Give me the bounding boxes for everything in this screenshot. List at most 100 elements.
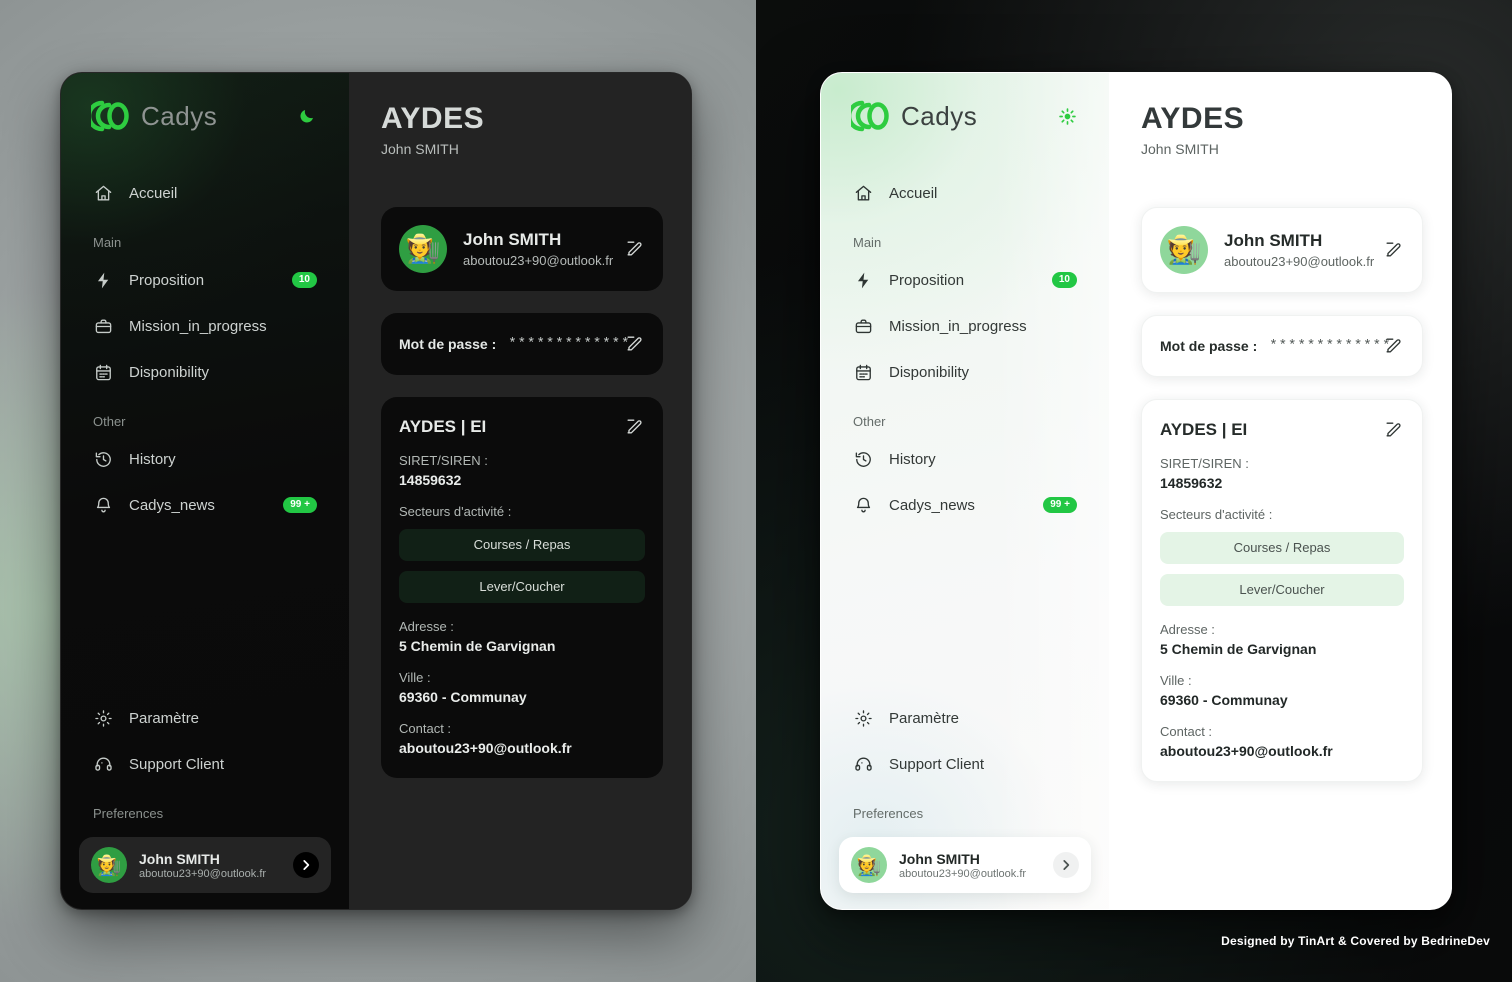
cadys-logo-icon — [86, 99, 131, 133]
sidebar-item-label: Accueil — [889, 184, 938, 202]
sidebar-item-parametre[interactable]: Paramètre — [843, 698, 1087, 738]
info-card-title: AYDES | EI — [399, 416, 487, 436]
brand-name: Cadys — [901, 100, 978, 131]
chevron-right-icon[interactable] — [1053, 852, 1079, 878]
sidebar-item-label: Disponibility — [129, 363, 210, 381]
sidebar-user-name: John SMITH — [899, 850, 980, 867]
edit-pencil-icon[interactable] — [625, 417, 645, 437]
history-icon — [853, 449, 873, 469]
sidebar-nav-bottom-dark: Paramètre Support Client Preferences — [61, 698, 349, 831]
sidebar-user-text: John SMITH aboutou23+90@outlook.fr — [139, 851, 281, 880]
contact-value: aboutou23+90@outlook.fr — [399, 739, 572, 756]
sidebar-header: Cadys — [821, 99, 1109, 133]
password-card: Mot de passe : ************* — [1141, 314, 1423, 377]
sidebar-section-title-main: Main — [93, 235, 122, 250]
sidebar-item-disponibility[interactable]: Disponibility — [843, 352, 1087, 392]
sidebar-item-label: History — [889, 450, 936, 468]
sidebar-item-label: Support Client — [129, 755, 225, 773]
chevron-right-icon[interactable] — [293, 852, 319, 878]
brand-logo[interactable]: Cadys — [846, 99, 978, 133]
sun-icon[interactable] — [1055, 104, 1079, 128]
edit-pencil-icon[interactable] — [1384, 336, 1404, 356]
siret-value: 14859632 — [399, 471, 462, 488]
sidebar-section-title-other: Other — [853, 414, 886, 429]
bell-icon — [853, 495, 873, 515]
siret-label: SIRET/SIREN : — [399, 452, 488, 468]
sidebar-user-text: John SMITH aboutou23+90@outlook.fr — [899, 851, 1041, 880]
sidebar-item-disponibility[interactable]: Disponibility — [83, 352, 327, 392]
sidebar-item-mission-in-progress[interactable]: Mission_in_progress — [843, 306, 1087, 346]
sidebar-item-parametre[interactable]: Paramètre — [83, 698, 327, 738]
sidebar-item-cadys-news[interactable]: Cadys_news 99 + — [843, 485, 1087, 525]
brand-name: Cadys — [141, 100, 218, 131]
user-avatar: 🧑‍🌾 — [1160, 225, 1208, 274]
sidebar-item-label: Proposition — [129, 271, 205, 289]
sidebar-item-support-client[interactable]: Support Client — [843, 744, 1087, 784]
address-value: 5 Chemin de Garvignan — [1160, 640, 1317, 657]
sectors-label: Secteurs d'activité : — [1160, 506, 1273, 522]
city-label: Ville : — [1160, 672, 1192, 688]
edit-pencil-icon[interactable] — [625, 239, 645, 259]
password-label: Mot de passe : — [399, 335, 497, 352]
edit-pencil-icon[interactable] — [1384, 420, 1404, 440]
sidebar-item-proposition[interactable]: Proposition 10 — [843, 260, 1087, 300]
sidebar-item-mission-in-progress[interactable]: Mission_in_progress — [83, 306, 327, 346]
sidebar-section-title-preferences: Preferences — [853, 806, 924, 821]
page-title: AYDES — [1141, 102, 1245, 135]
calendar-icon — [93, 362, 113, 382]
gear-icon — [853, 708, 873, 728]
sidebar-item-cadys-news[interactable]: Cadys_news 99 + — [83, 485, 327, 525]
sidebar-item-accueil[interactable]: Accueil — [843, 173, 1087, 213]
light-theme-panel: Cadys Accueil Main Proposition 10 Missio… — [756, 0, 1512, 982]
sidebar-item-support-client[interactable]: Support Client — [83, 744, 327, 784]
sidebar-user-email: aboutou23+90@outlook.fr — [899, 867, 1027, 880]
sectors-label: Secteurs d'activité : — [399, 503, 512, 519]
home-icon — [853, 183, 873, 203]
sidebar-item-accueil[interactable]: Accueil — [83, 173, 327, 213]
edit-pencil-icon[interactable] — [625, 334, 645, 354]
sidebar-nav-bottom-light: Paramètre Support Client Preferences — [821, 698, 1109, 831]
sidebar-item-history[interactable]: History — [843, 439, 1087, 479]
headset-icon — [853, 754, 873, 774]
siret-value: 14859632 — [1160, 474, 1223, 491]
sidebar-item-label: Mission_in_progress — [889, 317, 1027, 335]
history-icon — [93, 449, 113, 469]
sidebar-nav-dark: Accueil Main Proposition 10 Mission_in_p… — [61, 173, 349, 531]
info-card: AYDES | EI SIRET/SIREN : 14859632 Secteu… — [1141, 398, 1423, 782]
cadys-logo-icon — [846, 99, 891, 133]
sidebar-item-label: Mission_in_progress — [129, 317, 267, 335]
dark-theme-panel: Cadys Accueil Main Proposition 10 Missio… — [0, 0, 756, 982]
sidebar-badge-cadys-news: 99 + — [283, 497, 317, 513]
profile-text: John SMITH aboutou23+90@outlook.fr — [463, 230, 613, 268]
sidebar-item-label: Paramètre — [129, 709, 200, 727]
sidebar-item-label: Cadys_news — [129, 496, 215, 514]
sidebar-item-history[interactable]: History — [83, 439, 327, 479]
sidebar-item-label: Cadys_news — [889, 496, 975, 514]
sidebar-light: Cadys Accueil Main Proposition 10 Missio… — [821, 73, 1109, 909]
password-label: Mot de passe : — [1160, 337, 1258, 354]
screenshot-stage: Cadys Accueil Main Proposition 10 Missio… — [0, 0, 1512, 982]
brand-logo[interactable]: Cadys — [86, 99, 218, 133]
sidebar-item-label: Disponibility — [889, 363, 970, 381]
edit-pencil-icon[interactable] — [1384, 240, 1404, 260]
sidebar-user-email: aboutou23+90@outlook.fr — [139, 867, 267, 880]
moon-icon[interactable] — [295, 104, 319, 128]
sidebar-section-title-other: Other — [93, 414, 126, 429]
contact-label: Contact : — [1160, 723, 1213, 739]
page-subtitle: John SMITH — [381, 140, 459, 157]
bolt-icon — [93, 270, 113, 290]
profile-email: aboutou23+90@outlook.fr — [1224, 253, 1375, 269]
user-avatar: 🧑‍🌾 — [399, 224, 447, 273]
sidebar-item-label: Accueil — [129, 184, 178, 202]
gear-icon — [93, 708, 113, 728]
siret-label: SIRET/SIREN : — [1160, 455, 1249, 471]
headset-icon — [93, 754, 113, 774]
sidebar-user-card[interactable]: 🧑‍🌾 John SMITH aboutou23+90@outlook.fr — [839, 837, 1091, 893]
sidebar-user-card[interactable]: 🧑‍🌾 John SMITH aboutou23+90@outlook.fr — [79, 837, 331, 893]
app-window-light: Cadys Accueil Main Proposition 10 Missio… — [820, 72, 1452, 910]
page-subtitle: John SMITH — [1141, 140, 1219, 157]
city-value: 69360 - Communay — [399, 688, 527, 705]
sidebar-item-proposition[interactable]: Proposition 10 — [83, 260, 327, 300]
